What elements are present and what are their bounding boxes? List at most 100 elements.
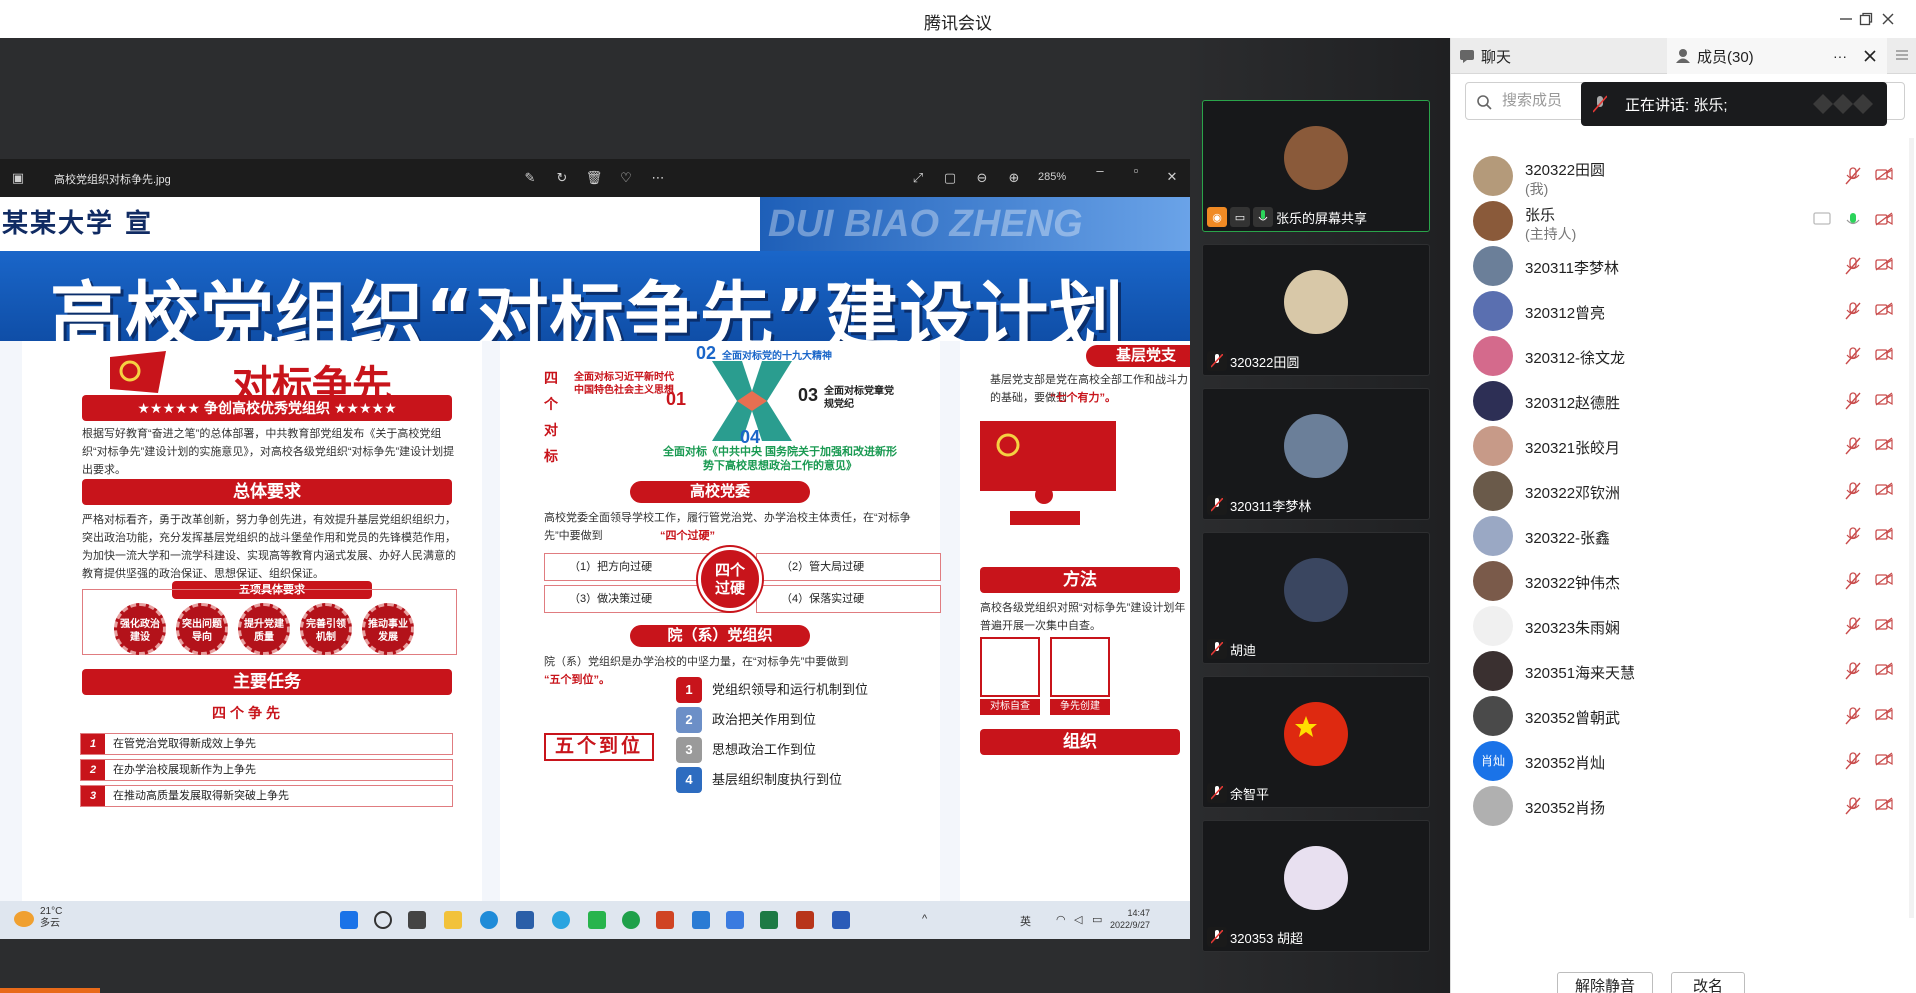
member-name: 320352肖扬 xyxy=(1525,800,1606,817)
zoom-out-icon[interactable]: ⊖ xyxy=(972,168,992,188)
powerpoint-icon[interactable] xyxy=(656,911,674,929)
zoom-in-icon[interactable]: ⊕ xyxy=(1004,168,1024,188)
mic-muted-icon[interactable] xyxy=(1845,752,1865,772)
mic-muted-icon[interactable] xyxy=(1845,572,1865,592)
video-tile[interactable]: 320322田圆 xyxy=(1202,244,1430,376)
mic-muted-icon xyxy=(1207,495,1227,515)
create-label: 争先创建 xyxy=(1050,699,1110,715)
word-icon[interactable] xyxy=(832,911,850,929)
grid-app-icon[interactable] xyxy=(796,911,814,929)
mic-muted-icon[interactable] xyxy=(1845,392,1865,412)
tray-chevron-icon[interactable]: ^ xyxy=(922,913,927,925)
rotate-icon[interactable]: ↻ xyxy=(552,168,572,188)
mic-muted-icon[interactable] xyxy=(1845,257,1865,277)
fit-icon[interactable]: ▢ xyxy=(940,168,960,188)
mic-muted-icon[interactable] xyxy=(1845,167,1865,187)
meeting-icon[interactable] xyxy=(726,911,744,929)
mic-muted-icon[interactable] xyxy=(1845,482,1865,502)
edit-icon[interactable]: ✎ xyxy=(520,168,540,188)
member-name: 320311李梦林 xyxy=(1525,260,1619,277)
close-window-button[interactable] xyxy=(1868,4,1908,34)
edge-icon[interactable] xyxy=(480,911,498,929)
method-heading: 方法 xyxy=(980,567,1180,593)
wechat-icon[interactable] xyxy=(588,911,606,929)
mic-muted-icon[interactable] xyxy=(1845,662,1865,682)
close-panel-icon[interactable] xyxy=(1863,49,1877,63)
menu-icon[interactable] xyxy=(1895,48,1911,64)
mic-muted-icon[interactable] xyxy=(1845,437,1865,457)
video-tile[interactable]: 胡迪 xyxy=(1202,532,1430,664)
viewer-minimize-icon[interactable]: – xyxy=(1090,161,1110,181)
mic-muted-icon[interactable] xyxy=(1845,527,1865,547)
camera-off-icon[interactable] xyxy=(1875,302,1895,322)
viewer-maximize-icon[interactable]: ▫ xyxy=(1126,161,1146,181)
favorite-icon[interactable]: ♡ xyxy=(616,168,636,188)
video-tile[interactable]: ◉ ▭ 张乐的屏幕共享 xyxy=(1202,100,1430,232)
mic-on-icon xyxy=(1253,207,1273,227)
general-requirements-heading: 总体要求 xyxy=(82,479,452,505)
camera-off-icon[interactable] xyxy=(1875,212,1895,232)
weather-widget[interactable]: 21°C 多云 xyxy=(40,906,62,930)
in-place-row: 2 政治把关作用到位 xyxy=(676,707,816,733)
camera-off-icon[interactable] xyxy=(1875,392,1895,412)
more-options-button[interactable]: ··· xyxy=(1833,48,1847,64)
avatar xyxy=(1473,156,1513,196)
screen-share-icon: ▭ xyxy=(1230,207,1250,227)
viewer-filename: 高校党组织对标争先.jpg xyxy=(54,174,171,186)
camera-off-icon[interactable] xyxy=(1875,437,1895,457)
viewer-close-icon[interactable]: ✕ xyxy=(1162,167,1182,187)
camera-off-icon[interactable] xyxy=(1875,752,1895,772)
seven-label: “七个有力”。 xyxy=(1050,392,1116,404)
excel-icon[interactable] xyxy=(760,911,778,929)
party-flag-meeting-icon xyxy=(980,421,1116,525)
video-tile[interactable]: 余智平 xyxy=(1202,676,1430,808)
start-icon[interactable] xyxy=(340,911,358,929)
avatar xyxy=(1473,201,1513,241)
video-tile[interactable]: 320311李梦林 xyxy=(1202,388,1430,520)
photos-icon[interactable] xyxy=(692,911,710,929)
camera-off-icon[interactable] xyxy=(1875,662,1895,682)
search-icon[interactable] xyxy=(374,911,392,929)
mic-muted-icon[interactable] xyxy=(1845,617,1865,637)
wifi-icon[interactable]: ◠ xyxy=(1056,913,1066,926)
member-row[interactable]: 320352肖扬 xyxy=(1451,780,1916,835)
camera-off-icon[interactable] xyxy=(1875,257,1895,277)
poster-body: 对标争先 ★★★★★ 争创高校优秀党组织 ★★★★★ 根据写好教育“奋进之笔”的… xyxy=(0,341,1190,901)
camera-off-icon[interactable] xyxy=(1875,572,1895,592)
store-icon[interactable] xyxy=(516,911,534,929)
avatar xyxy=(1473,246,1513,286)
camera-off-icon[interactable] xyxy=(1875,797,1895,817)
browser-icon[interactable] xyxy=(552,911,570,929)
battery-icon[interactable]: ▭ xyxy=(1092,913,1102,926)
method-text: 高校各级党组织对照“对标争先”建设计划年普遍开展一次集中自查。 xyxy=(980,602,1186,632)
poster-column-1: 对标争先 ★★★★★ 争创高校优秀党组织 ★★★★★ 根据写好教育“奋进之笔”的… xyxy=(22,341,482,901)
camera-off-icon[interactable] xyxy=(1875,527,1895,547)
mic-muted-icon[interactable] xyxy=(1845,707,1865,727)
volume-icon[interactable]: ◁ xyxy=(1074,913,1082,926)
mic-on-icon[interactable] xyxy=(1845,212,1865,232)
rename-button[interactable]: 改名 xyxy=(1671,972,1745,993)
mic-muted-icon[interactable] xyxy=(1845,302,1865,322)
mic-muted-icon[interactable] xyxy=(1845,797,1865,817)
tab-members[interactable]: 成员(30) ··· xyxy=(1667,38,1887,74)
task-view-icon[interactable] xyxy=(408,911,426,929)
clock[interactable]: 14:47 2022/9/27 xyxy=(1110,907,1150,931)
camera-off-icon[interactable] xyxy=(1875,167,1895,187)
four-duibiao-vertical: 四个对标 xyxy=(544,370,558,464)
unmute-button[interactable]: 解除静音 xyxy=(1557,972,1653,993)
camera-off-icon[interactable] xyxy=(1875,707,1895,727)
more-icon[interactable]: ⋯ xyxy=(648,168,668,188)
tab-chat[interactable]: 聊天 xyxy=(1451,38,1667,74)
green-app-icon[interactable] xyxy=(622,911,640,929)
mic-muted-icon[interactable] xyxy=(1845,347,1865,367)
delete-icon[interactable]: 🗑 xyxy=(584,168,604,188)
camera-off-icon[interactable] xyxy=(1875,482,1895,502)
file-explorer-icon[interactable] xyxy=(444,911,462,929)
camera-off-icon[interactable] xyxy=(1875,347,1895,367)
fullscreen-icon[interactable]: ⤢ xyxy=(908,168,928,188)
mic-muted-icon xyxy=(1207,783,1227,803)
camera-off-icon[interactable] xyxy=(1875,617,1895,637)
video-tile[interactable]: 320353 胡超 xyxy=(1202,820,1430,952)
member-scrollbar[interactable] xyxy=(1909,138,1914,918)
ime-indicator[interactable]: 英 xyxy=(1020,913,1031,929)
